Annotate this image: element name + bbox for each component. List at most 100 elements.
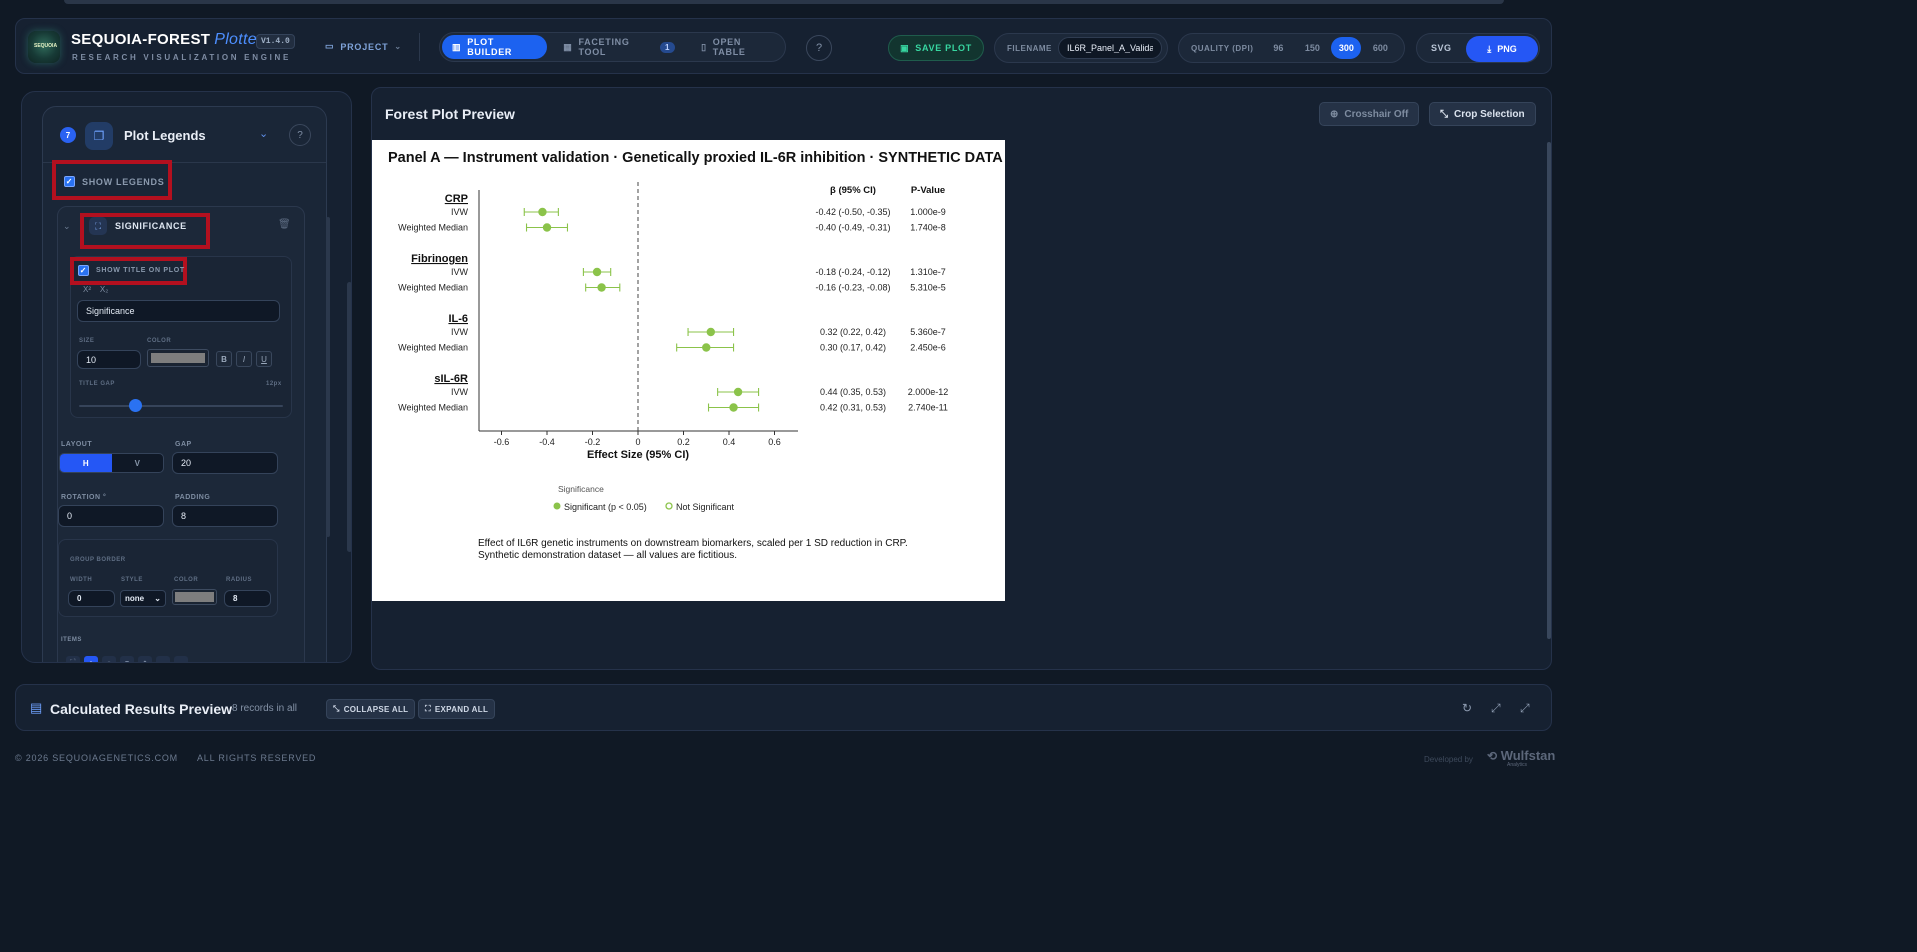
tab-label: PLOT BUILDER	[467, 37, 513, 57]
crop-selection-button[interactable]: ⤡ Crop Selection	[1429, 102, 1536, 126]
title-gap-slider-handle[interactable]	[129, 399, 142, 412]
legend-item-card: ⌄ ⛶ SIGNIFICANCE 🗑 ✓ SHOW TITLE ON PLOT …	[57, 206, 305, 662]
shape-diamond-icon[interactable]: ◆	[138, 656, 152, 662]
show-title-checkbox[interactable]: ✓	[78, 265, 89, 276]
results-title: Calculated Results Preview	[50, 701, 233, 717]
legend-item-title: SIGNIFICANCE	[115, 221, 187, 231]
top-strip	[64, 0, 1504, 4]
effect-point	[729, 403, 738, 412]
p-value: 2.450e-6	[910, 343, 946, 353]
preview-scrollbar[interactable]	[1547, 142, 1551, 639]
filename-input[interactable]	[1058, 37, 1162, 59]
superscript-button[interactable]: X²	[83, 285, 91, 294]
trash-icon[interactable]: 🗑	[278, 219, 291, 230]
inner-scrollbar[interactable]	[326, 217, 330, 537]
item-shape-row: ⛶ ● ○ ■ ◆ — →	[66, 656, 188, 662]
section-help-button[interactable]: ?	[289, 124, 311, 146]
tab-open-table[interactable]: ▯ OPEN TABLE	[691, 35, 783, 59]
expand-all-button[interactable]: ⛶ EXPAND ALL	[418, 699, 496, 719]
save-plot-button[interactable]: ▣ SAVE PLOT	[888, 35, 984, 61]
underline-button[interactable]: U	[256, 351, 272, 367]
crosshair-icon: ⊕	[1330, 108, 1339, 120]
effect-point	[733, 387, 743, 397]
bold-button[interactable]: B	[216, 351, 232, 367]
fullscreen-icon[interactable]: ⤢	[1520, 701, 1530, 716]
show-title-row[interactable]: ✓ SHOW TITLE ON PLOT	[78, 265, 185, 276]
tab-plot-builder[interactable]: ▥ PLOT BUILDER	[442, 35, 548, 59]
section-header[interactable]: 7 ❐ Plot Legends ⌄ ?	[43, 107, 326, 163]
quality-option-600[interactable]: 600	[1365, 37, 1395, 59]
crop-label: Crop Selection	[1454, 108, 1525, 120]
border-style-select[interactable]: none ⌄	[120, 590, 166, 607]
method-label: IVW	[451, 327, 469, 337]
show-legends-row[interactable]: ✓ SHOW LEGENDS	[64, 176, 164, 187]
border-width-label: WIDTH	[70, 577, 93, 583]
show-legends-checkbox[interactable]: ✓	[64, 176, 75, 187]
bookmark-icon: ❐	[85, 122, 113, 150]
border-radius-label: RADIUS	[226, 577, 253, 583]
collapse-label: COLLAPSE ALL	[343, 704, 409, 714]
refresh-icon[interactable]: ↻	[1462, 701, 1472, 715]
subscript-button[interactable]: X₂	[100, 285, 108, 294]
group-label: CRP	[445, 193, 468, 205]
chevron-down-icon[interactable]: ⌄	[259, 127, 268, 140]
method-label: Weighted Median	[398, 343, 468, 353]
padding-input[interactable]	[172, 505, 278, 527]
shape-circle-filled-icon[interactable]: ●	[84, 656, 98, 662]
move-icon[interactable]: ⛶	[66, 656, 80, 662]
group-label: sIL-6R	[434, 373, 468, 385]
border-color-swatch[interactable]	[172, 589, 217, 605]
legend-title: Significance	[558, 484, 604, 494]
save-label: SAVE PLOT	[915, 43, 972, 53]
project-menu[interactable]: ▭ PROJECT ⌄	[325, 41, 402, 52]
crosshair-toggle-button[interactable]: ⊕ Crosshair Off	[1319, 102, 1420, 126]
chevron-down-icon[interactable]: ⌄	[63, 221, 71, 232]
gap-input[interactable]	[172, 452, 278, 474]
italic-button[interactable]: I	[236, 351, 252, 367]
developed-by-text: Developed by	[1424, 755, 1473, 764]
gap-label: GAP	[175, 441, 192, 448]
border-style-value: none	[125, 594, 145, 603]
plot-legends-section: 7 ❐ Plot Legends ⌄ ? ✓ SHOW LEGENDS ⌄ ⛶ …	[42, 106, 330, 662]
quality-option-300[interactable]: 300	[1331, 37, 1362, 59]
border-color-label: COLOR	[174, 577, 199, 583]
shape-square-icon[interactable]: ■	[120, 656, 134, 662]
filename-group: FILENAME	[994, 33, 1168, 63]
layout-vertical-option[interactable]: V	[112, 454, 164, 472]
tab-faceting-tool[interactable]: ▦ FACETING TOOL 1	[553, 35, 685, 59]
layout-horizontal-option[interactable]: H	[60, 454, 112, 472]
export-png-button[interactable]: ⤓ PNG	[1466, 36, 1538, 62]
export-svg-button[interactable]: SVG	[1431, 43, 1452, 53]
shape-line-icon[interactable]: —	[156, 656, 170, 662]
border-style-label: STYLE	[121, 577, 143, 583]
plot-canvas[interactable]: Panel A — Instrument validation · Geneti…	[372, 140, 1005, 601]
border-radius-input[interactable]	[224, 590, 271, 607]
download-icon: ⤓	[1487, 43, 1492, 54]
quality-option-150[interactable]: 150	[1297, 37, 1327, 59]
x-tick-label: 0.2	[677, 437, 690, 447]
legend-title-input[interactable]	[77, 300, 280, 322]
shape-arrow-icon[interactable]: →	[174, 656, 188, 662]
preview-title: Forest Plot Preview	[385, 106, 515, 122]
title-gap-slider[interactable]	[79, 405, 283, 407]
collapse-all-button[interactable]: ⤡ COLLAPSE ALL	[326, 699, 416, 719]
font-size-input[interactable]	[77, 350, 141, 369]
effect-point	[538, 207, 547, 217]
company-subtitle: Analytics	[1507, 762, 1528, 768]
border-width-input[interactable]	[68, 590, 115, 607]
view-tabs: ▥ PLOT BUILDER ▦ FACETING TOOL 1 ▯ OPEN TABL…	[439, 32, 786, 62]
title-color-swatch[interactable]	[147, 349, 209, 367]
expand-diagonal-icon[interactable]: ⤢	[1491, 701, 1501, 716]
help-button[interactable]: ?	[806, 35, 832, 61]
shape-circle-open-icon[interactable]: ○	[102, 656, 116, 662]
ci-text: -0.18 (-0.24, -0.12)	[815, 267, 890, 277]
app-logo: SEQUOIA	[28, 31, 60, 63]
rotation-input[interactable]	[58, 505, 164, 527]
png-label: PNG	[1497, 44, 1517, 54]
quality-option-96[interactable]: 96	[1263, 37, 1293, 59]
p-value: 1.000e-9	[910, 207, 946, 217]
p-value: 5.360e-7	[910, 327, 946, 337]
project-label: PROJECT	[340, 41, 389, 52]
panel-scrollbar[interactable]	[347, 282, 351, 552]
effect-point	[702, 343, 711, 352]
